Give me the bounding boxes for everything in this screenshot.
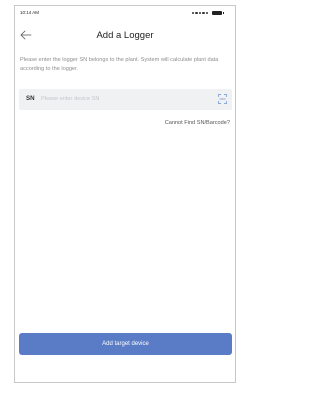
signal-dots-icon [192, 12, 209, 15]
phone-screen: 10:14 AM Add a Logger Please enter the l… [14, 5, 236, 383]
cannot-find-sn-link[interactable]: Cannot Find SN/Barcode? [165, 120, 230, 126]
sn-field[interactable]: SN [19, 89, 232, 110]
scan-barcode-icon[interactable] [218, 94, 227, 104]
nav-bar: Add a Logger [15, 24, 235, 46]
battery-icon [212, 11, 224, 15]
status-bar: 10:14 AM [15, 6, 235, 20]
sn-label: SN [26, 95, 35, 102]
add-target-device-button[interactable]: Add target device [19, 333, 232, 355]
page-title: Add a Logger [96, 30, 154, 41]
instruction-text: Please enter the logger SN belongs to th… [20, 57, 219, 72]
sn-input[interactable] [41, 93, 201, 105]
status-time: 10:14 AM [20, 10, 40, 15]
